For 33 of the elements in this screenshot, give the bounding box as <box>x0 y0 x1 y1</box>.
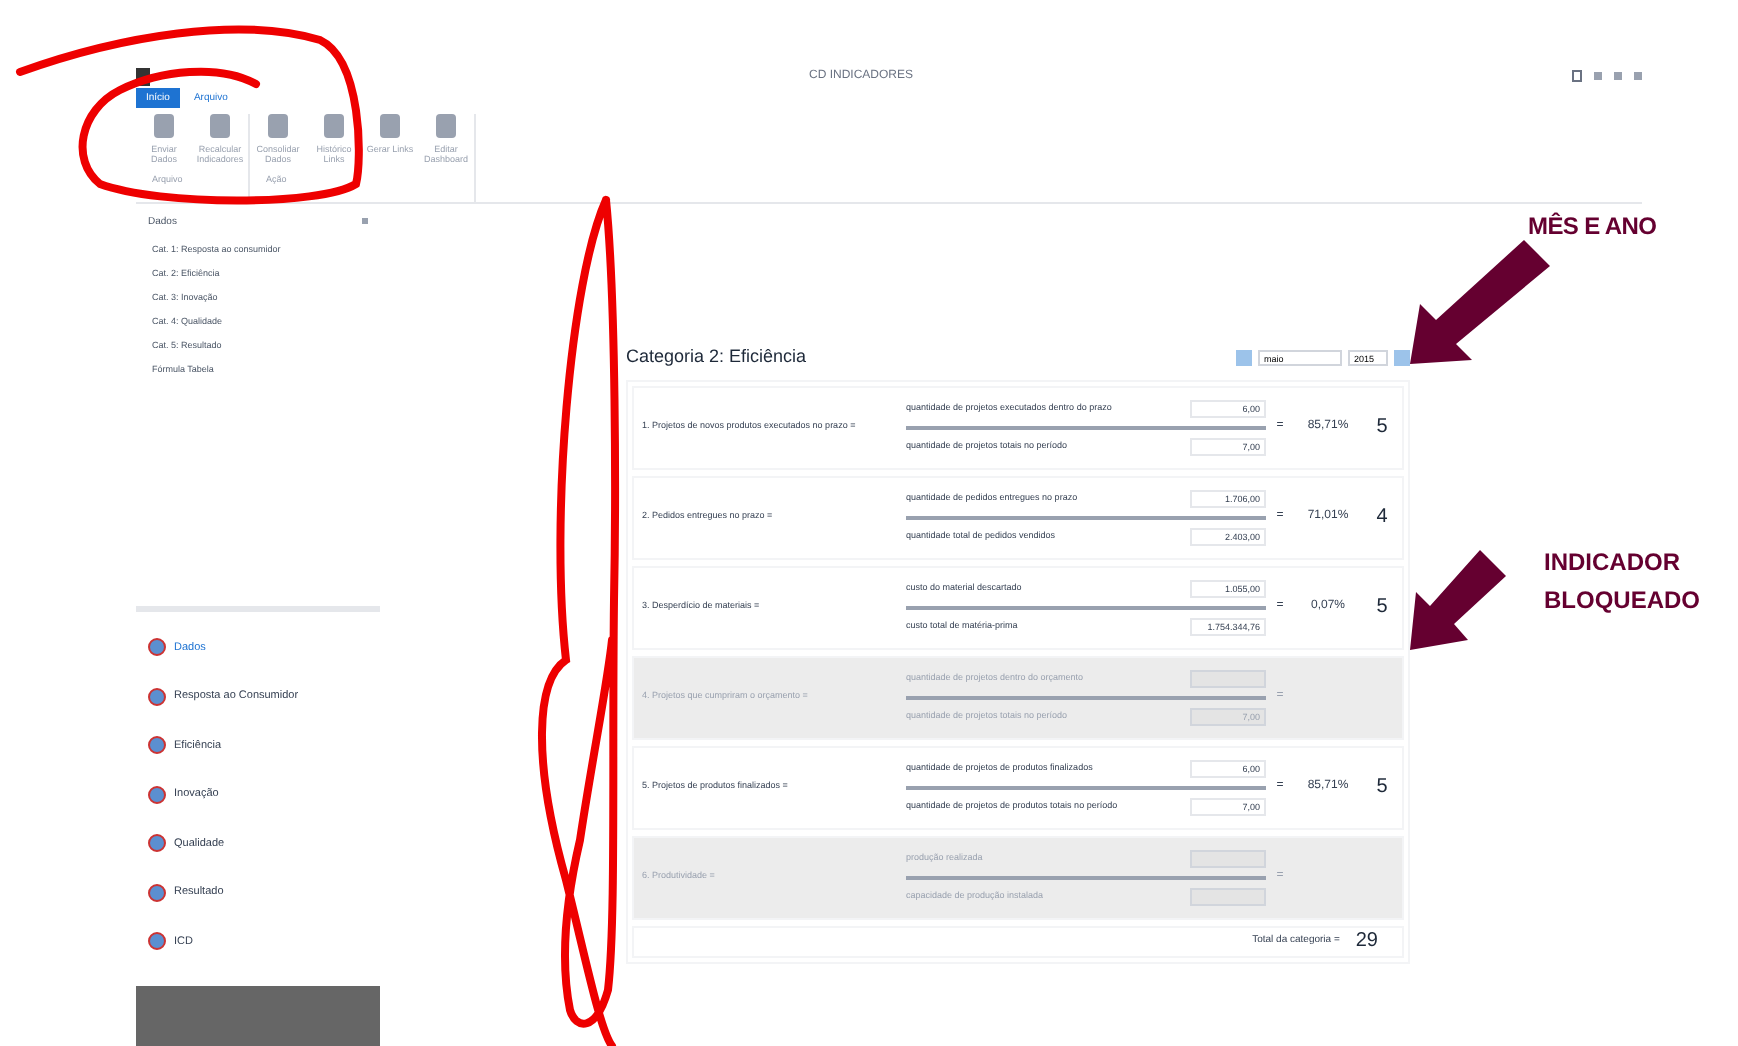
category-icon <box>148 785 166 804</box>
category-icon <box>148 883 166 902</box>
tool-icon <box>268 114 288 138</box>
minimize-icon[interactable] <box>1594 72 1602 80</box>
tool-icon <box>324 114 344 138</box>
category-icon <box>148 932 166 951</box>
annotation-label: INDICADOR BLOQUEADO <box>1544 546 1702 618</box>
window-menu-icon[interactable] <box>1572 70 1582 82</box>
pin-icon[interactable] <box>362 218 368 224</box>
category-icon <box>148 638 166 657</box>
annotation-label: MÊS E ANO <box>1528 210 1657 244</box>
arrow-icon <box>1410 550 1506 650</box>
tool-icon <box>380 114 400 138</box>
category-title: Categoria 2: Eficiência <box>626 344 807 370</box>
previous-button[interactable] <box>1236 349 1252 366</box>
tool-icon <box>154 114 174 138</box>
arrow-icon <box>1410 240 1550 364</box>
value-field <box>1190 849 1266 867</box>
score-value: 5 <box>1374 774 1390 802</box>
tool-icon <box>436 114 456 138</box>
maximize-icon[interactable] <box>1614 72 1622 80</box>
value-field <box>1190 669 1266 687</box>
score-value: 5 <box>1374 594 1390 622</box>
category-icon <box>148 736 166 755</box>
value-field <box>1190 887 1266 905</box>
category-icon <box>148 834 166 853</box>
tool-icon <box>210 114 230 138</box>
score-value: 5 <box>1374 414 1390 442</box>
total-value: 29 <box>1355 928 1378 956</box>
next-button[interactable] <box>1394 349 1410 366</box>
score-value: 4 <box>1374 504 1390 532</box>
category-icon <box>148 687 166 706</box>
close-icon[interactable] <box>1634 72 1642 80</box>
